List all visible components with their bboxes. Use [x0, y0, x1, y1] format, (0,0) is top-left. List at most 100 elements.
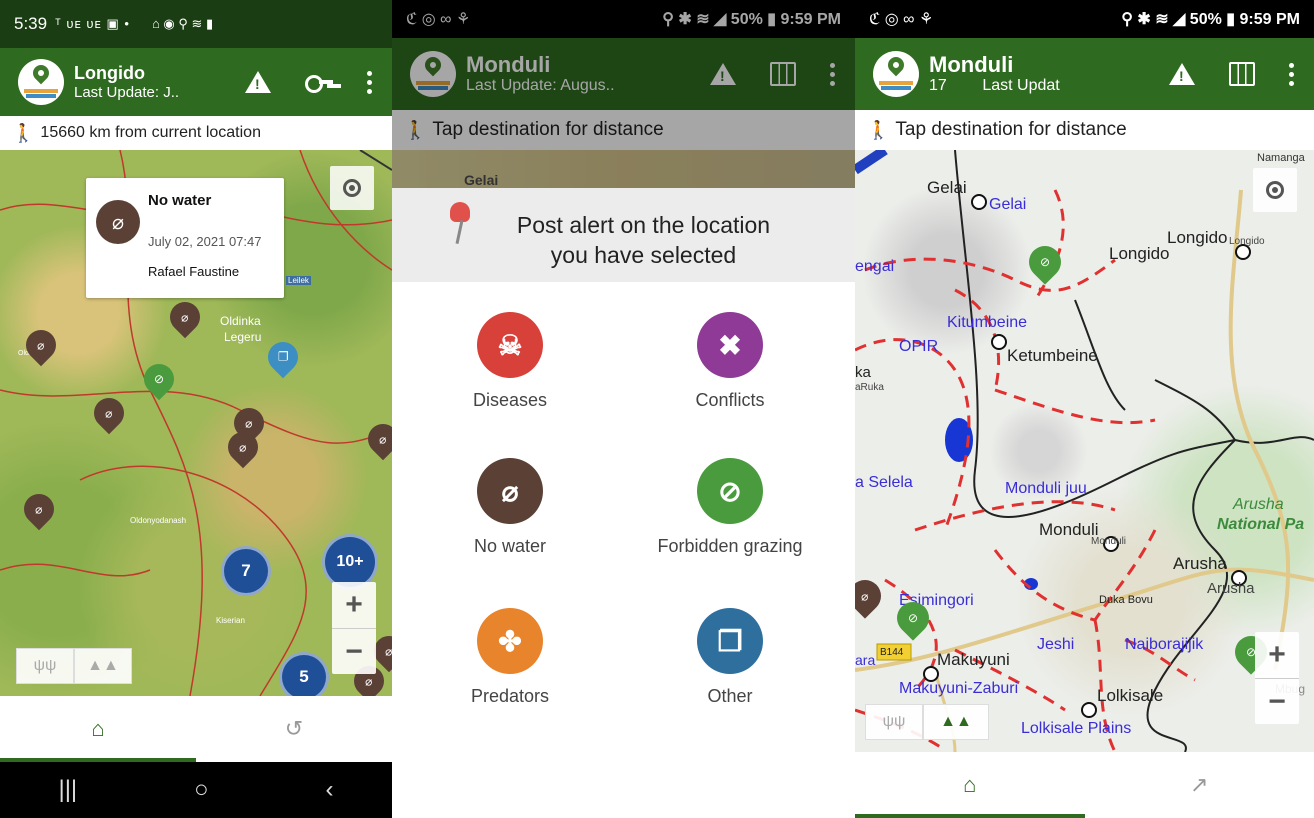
alert-warning-icon[interactable]: [245, 71, 271, 93]
option-label: Conflicts: [695, 390, 765, 410]
sheet-title-line2: you have selected: [550, 242, 737, 268]
vegetation-layer-icon[interactable]: ψψ: [16, 648, 74, 684]
zoom-control: + −: [1255, 632, 1299, 724]
map-label-ka: ka: [855, 364, 871, 381]
map-label-gelai-ward: Gelai: [989, 196, 1027, 213]
overflow-menu-icon[interactable]: [1289, 62, 1294, 86]
my-location-button[interactable]: [1253, 168, 1297, 212]
alert-cluster[interactable]: 5: [279, 652, 329, 696]
popup-title: No water: [148, 192, 212, 209]
distance-text: 15660 km from current location: [40, 124, 261, 141]
popup-reporter: Rafael Faustine: [148, 264, 240, 279]
map-label-namanga: Namanga: [1257, 152, 1305, 164]
map-label-oldonyodanash: Oldonyodanash: [130, 516, 187, 525]
zoom-in-button[interactable]: +: [1255, 632, 1299, 678]
map-label-makuyuni-zaburi: Makuyuni-Zaburi: [899, 680, 1019, 697]
sheet-title-line1: Post alert on the location: [516, 212, 771, 238]
map-label-lolkisale-plains: Lolkisale Plains: [1021, 720, 1132, 737]
status-left-icons: ᵀ ᴜᴇ ᴜᴇ ▣ •: [55, 16, 130, 31]
alert-info-popup[interactable]: ⌀ No water July 02, 2021 07:47 Rafael Fa…: [86, 178, 284, 298]
last-update-fragment-b: Last Updat: [982, 77, 1060, 95]
status-left-icons: ℭ ◎ ∞ ⚘: [869, 11, 934, 28]
zoom-out-button[interactable]: −: [332, 628, 376, 674]
key-icon[interactable]: [305, 75, 333, 93]
terrain-layer-icon[interactable]: ▲▲: [74, 648, 132, 684]
android-navigation-bar: ||| ○ ‹: [0, 762, 392, 818]
home-icon: ⌂: [91, 716, 105, 741]
layer-toggle: ψψ ▲▲: [16, 648, 132, 684]
map-label-ketumbeine: Ketumbeine: [1007, 346, 1098, 365]
zoom-in-button[interactable]: +: [332, 582, 376, 628]
alert-cluster[interactable]: 7: [221, 546, 271, 596]
map-label-monduli-small: Monduli: [1091, 536, 1127, 547]
option-other[interactable]: ❐ Other: [630, 608, 830, 707]
terrain-layer-icon[interactable]: ▲▲: [923, 704, 989, 740]
chat-bubbles-icon: ❐: [697, 608, 763, 674]
map-label-selela: a Selela: [855, 474, 913, 491]
map-label-longido-small: Longido: [1229, 236, 1265, 247]
home-tab[interactable]: ⌂: [855, 752, 1085, 818]
distance-bar: 🚶 Tap destination for distance: [855, 110, 1314, 150]
option-diseases[interactable]: ☠ Diseases: [410, 312, 610, 411]
map-label-ara: ara: [855, 652, 876, 668]
map-label-kiserian: Kiserian: [216, 616, 245, 625]
bottom-navigation: ⌂ ↗: [855, 752, 1314, 818]
status-right-icons: ⌂ ◉ ⚲ ≋ ▮: [151, 16, 214, 31]
map-label-monduli-town: Monduli: [1039, 520, 1099, 539]
history-tab[interactable]: ↺: [196, 696, 392, 762]
zoom-out-button[interactable]: −: [1255, 678, 1299, 724]
zoom-control: + −: [332, 582, 376, 674]
map-label-longido-ward: Longido: [1167, 228, 1228, 247]
history-icon: ↺: [284, 716, 304, 741]
trends-tab[interactable]: ↗: [1085, 752, 1314, 818]
sheet-header: Post alert on the location you have sele…: [392, 188, 855, 282]
my-location-button[interactable]: [330, 166, 374, 210]
map-label-naiborajijik: Naiborajijik: [1125, 636, 1204, 653]
option-label: No water: [473, 536, 547, 556]
paw-icon: ✤: [477, 608, 543, 674]
option-label: Forbidden grazing: [657, 536, 803, 556]
post-alert-sheet: Post alert on the location you have sele…: [392, 188, 855, 818]
map-label-arusha-town: Arusha: [1173, 554, 1227, 573]
option-label: Other: [707, 686, 753, 706]
android-back-button[interactable]: ‹: [326, 776, 334, 804]
status-bar: 5:39 ᵀ ᴜᴇ ᴜᴇ ▣ • ⌂ ◉ ⚲ ≋ ▮: [0, 0, 392, 48]
option-conflicts[interactable]: ✖ Conflicts: [630, 312, 830, 411]
map-label-gelai-town: Gelai: [927, 178, 967, 197]
map-label-engai: engai: [855, 258, 895, 275]
overflow-menu-icon[interactable]: [367, 70, 372, 94]
map-label-leilek: Leilek: [286, 276, 311, 285]
map-label-longido-town: Longido: [1109, 244, 1170, 263]
last-update-label: 17 Last Updat: [929, 77, 1060, 95]
map-label-oldinka: Oldinka: [220, 314, 261, 328]
distance-text: Tap destination for distance: [895, 119, 1127, 140]
app-bar: Longido Last Update: J..: [0, 48, 392, 116]
map-label-arusha-np-2: National Pa: [1217, 516, 1305, 533]
dim-overlay[interactable]: [392, 0, 855, 188]
crosshair-icon: [1266, 181, 1284, 199]
option-no-water[interactable]: ⌀ No water: [410, 458, 610, 557]
option-forbidden-grazing[interactable]: ⊘ Forbidden grazing: [620, 458, 840, 557]
forbidden-grazing-icon: ⊘: [697, 458, 763, 524]
home-icon: ⌂: [963, 772, 977, 797]
map-label-lolkisale: Lolkisale: [1097, 686, 1164, 705]
option-predators[interactable]: ✤ Predators: [410, 608, 610, 707]
screen-longido-map: 5:39 ᵀ ᴜᴇ ᴜᴇ ▣ • ⌂ ◉ ⚲ ≋ ▮ Longido Last …: [0, 0, 392, 818]
app-logo: [873, 51, 919, 97]
no-water-icon: ⌀: [477, 458, 543, 524]
vegetation-layer-icon[interactable]: ψψ: [865, 704, 923, 740]
map-view[interactable]: Namanga Gelai Gelai engai Longido Longid…: [855, 150, 1314, 752]
map-label-legeru: Legeru: [224, 330, 262, 344]
app-bar: Monduli 17 Last Updat: [855, 38, 1314, 110]
map-label-opir: OPIR: [899, 338, 939, 355]
home-tab[interactable]: ⌂: [0, 696, 196, 762]
trending-up-icon: ↗: [1190, 772, 1209, 797]
option-label: Diseases: [472, 390, 548, 410]
crosshair-icon: [343, 179, 361, 197]
alert-warning-icon[interactable]: [1169, 63, 1195, 85]
map-icon[interactable]: [1229, 62, 1255, 86]
map-label-kitumbeine: Kitumbeine: [947, 314, 1028, 331]
android-home-button[interactable]: ○: [194, 776, 209, 804]
status-bar: ℭ ◎ ∞ ⚘ ⚲ ✱ ≋ ◢ 50% ▮ 9:59 PM: [855, 0, 1314, 38]
recents-button[interactable]: |||: [58, 776, 77, 804]
